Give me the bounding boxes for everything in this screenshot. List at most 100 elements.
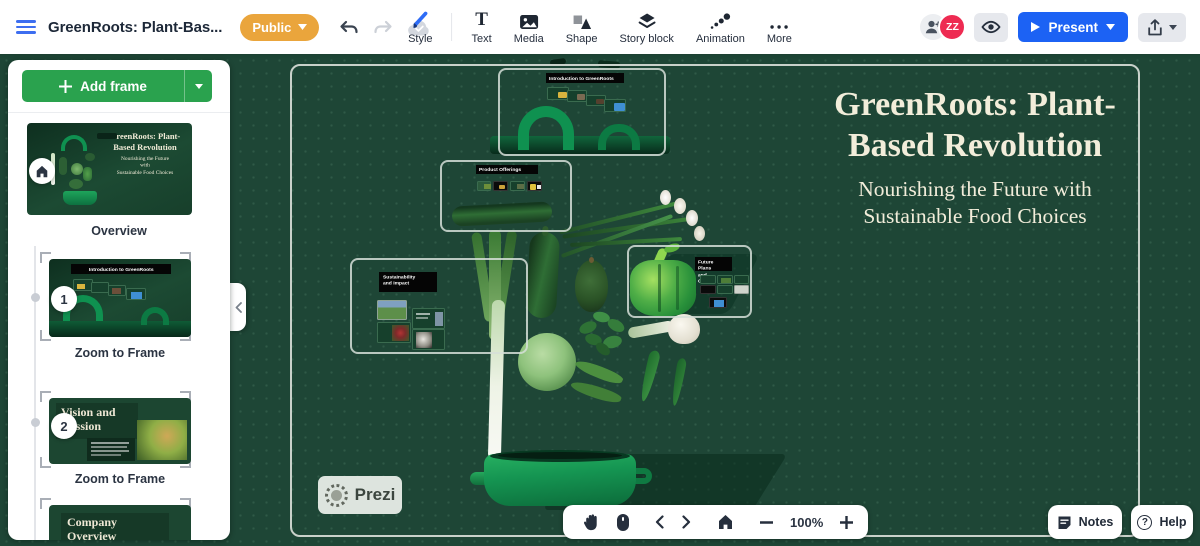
minus-icon bbox=[760, 520, 773, 524]
zoom-in-button[interactable] bbox=[831, 505, 862, 539]
question-icon: ? bbox=[1137, 514, 1153, 530]
notes-label: Notes bbox=[1078, 515, 1114, 529]
thumb-image-seedling bbox=[137, 420, 187, 460]
sidebar-collapse-tab[interactable] bbox=[230, 283, 246, 331]
help-button[interactable]: ? Help bbox=[1131, 505, 1193, 539]
pan-hand-tool[interactable] bbox=[573, 505, 608, 539]
collaborators[interactable]: ZZ bbox=[920, 13, 967, 41]
frame-2-number[interactable]: 2 bbox=[51, 413, 77, 439]
tool-story-block[interactable]: Story block bbox=[609, 5, 685, 49]
chevron-left-icon bbox=[235, 301, 242, 313]
visibility-button[interactable]: Public bbox=[240, 13, 320, 41]
thumb-mini-card bbox=[73, 279, 93, 291]
frame-2-caption[interactable]: Zoom to Frame bbox=[49, 472, 191, 486]
undo-icon[interactable] bbox=[339, 20, 359, 35]
chevron-left-icon bbox=[655, 515, 664, 529]
intro-frame-titlebar: Introduction to GreenRoots bbox=[546, 73, 624, 83]
future-frame-titlebar: Future Plans and Growth bbox=[695, 257, 732, 284]
preview-eye-button[interactable] bbox=[974, 12, 1009, 42]
canvas-frame-future[interactable]: Future Plans and Growth bbox=[627, 245, 752, 318]
mini-card bbox=[717, 285, 733, 294]
story-block-icon bbox=[637, 10, 657, 30]
chevron-down-icon bbox=[1106, 24, 1115, 30]
chevron-right-icon bbox=[682, 515, 691, 529]
tool-media[interactable]: Media bbox=[503, 5, 555, 49]
plus-icon bbox=[840, 515, 854, 529]
play-icon bbox=[1031, 22, 1041, 32]
mini-card bbox=[586, 95, 606, 106]
notes-icon bbox=[1058, 516, 1071, 529]
canvas-frame-sustainability[interactable]: Sustainability and Impact bbox=[350, 258, 528, 354]
mini-card bbox=[493, 181, 508, 191]
workspace: Add frame GreenRoots: Plant- Based Revolu… bbox=[0, 54, 1200, 546]
mini-card bbox=[709, 297, 727, 308]
text-icon: T bbox=[475, 8, 488, 30]
help-label: Help bbox=[1159, 515, 1187, 529]
mini-card bbox=[527, 181, 542, 191]
mini-card bbox=[510, 181, 525, 191]
mini-card bbox=[700, 275, 716, 284]
sustainability-frame-titlebar: Sustainability and Impact bbox=[379, 272, 437, 292]
chevron-down-icon bbox=[1169, 24, 1177, 30]
notes-button[interactable]: Notes bbox=[1048, 505, 1122, 539]
thumb-mini-card bbox=[108, 285, 126, 296]
home-overview-badge[interactable] bbox=[29, 158, 55, 184]
present-button[interactable]: Present bbox=[1018, 12, 1128, 42]
mini-card bbox=[734, 285, 749, 294]
home-view-button[interactable] bbox=[708, 505, 743, 539]
user-avatar[interactable]: ZZ bbox=[938, 13, 967, 41]
mini-card bbox=[604, 99, 626, 112]
prezi-logo-icon bbox=[324, 483, 348, 507]
tool-more[interactable]: More bbox=[756, 5, 803, 49]
canvas-frame-product[interactable]: Product Offerings bbox=[440, 160, 572, 232]
frame3-thumb-title: Company Overview bbox=[67, 515, 118, 540]
presentation-title-block[interactable]: GreenRoots: Plant- Based Revolution Nouri… bbox=[800, 84, 1150, 230]
tool-shape[interactable]: Shape bbox=[555, 5, 609, 49]
mini-card bbox=[377, 322, 411, 343]
canvas-frame-intro[interactable]: Introduction to GreenRoots bbox=[498, 68, 666, 156]
timeline-dot bbox=[31, 418, 40, 427]
zoom-out-button[interactable] bbox=[751, 505, 782, 539]
overview-thumb-veg bbox=[85, 153, 95, 161]
select-mouse-tool[interactable] bbox=[608, 505, 638, 539]
overview-thumb-veg bbox=[59, 157, 67, 175]
mini-card bbox=[547, 87, 569, 100]
zoom-level[interactable]: 100% bbox=[782, 515, 831, 530]
more-ellipsis-icon bbox=[769, 10, 789, 30]
home-icon bbox=[36, 165, 48, 177]
next-step-button[interactable] bbox=[673, 505, 700, 539]
frame-1-number[interactable]: 1 bbox=[51, 286, 77, 312]
style-brush-icon bbox=[410, 10, 430, 30]
tool-style[interactable]: Style bbox=[397, 5, 443, 49]
share-export-button[interactable] bbox=[1138, 12, 1186, 42]
mini-card bbox=[717, 275, 733, 284]
sidebar-divider bbox=[8, 112, 230, 113]
thumb-mini-card bbox=[126, 288, 146, 300]
thumb-body-text bbox=[87, 438, 135, 461]
sidebar-frame-3-thumbnail[interactable]: Company Overview bbox=[49, 505, 191, 540]
menu-icon[interactable] bbox=[16, 20, 36, 34]
presentation-subtitle: Nourishing the Future with Sustainable Fo… bbox=[858, 177, 1092, 228]
redo-icon[interactable] bbox=[373, 20, 393, 35]
frame1-thumb-titlebar: Introduction to GreenRoots bbox=[71, 264, 171, 274]
tool-animation[interactable]: Animation bbox=[685, 5, 756, 49]
thumb-bump bbox=[141, 307, 169, 325]
top-toolbar: GreenRoots: Plant-Bas... Public Style T … bbox=[0, 0, 1200, 54]
mini-card bbox=[377, 300, 407, 320]
media-image-icon bbox=[519, 10, 539, 30]
canvas-nav-toolbar: 100% bbox=[563, 505, 868, 539]
add-frame-label: Add frame bbox=[80, 78, 147, 94]
frame-1-caption[interactable]: Zoom to Frame bbox=[49, 346, 191, 360]
chevron-down-icon bbox=[194, 83, 203, 89]
thumb-pot-rim bbox=[49, 321, 191, 337]
animation-icon bbox=[709, 10, 731, 30]
mini-card bbox=[734, 275, 749, 284]
frames-sidebar: Add frame GreenRoots: Plant- Based Revolu… bbox=[8, 60, 230, 540]
prev-step-button[interactable] bbox=[646, 505, 673, 539]
chevron-down-icon bbox=[298, 24, 308, 30]
tool-text[interactable]: T Text bbox=[461, 5, 503, 49]
add-frame-button[interactable]: Add frame bbox=[22, 70, 212, 102]
add-frame-dropdown[interactable] bbox=[184, 70, 212, 102]
overview-thumb-veg bbox=[71, 163, 83, 175]
mouse-icon bbox=[617, 513, 629, 531]
